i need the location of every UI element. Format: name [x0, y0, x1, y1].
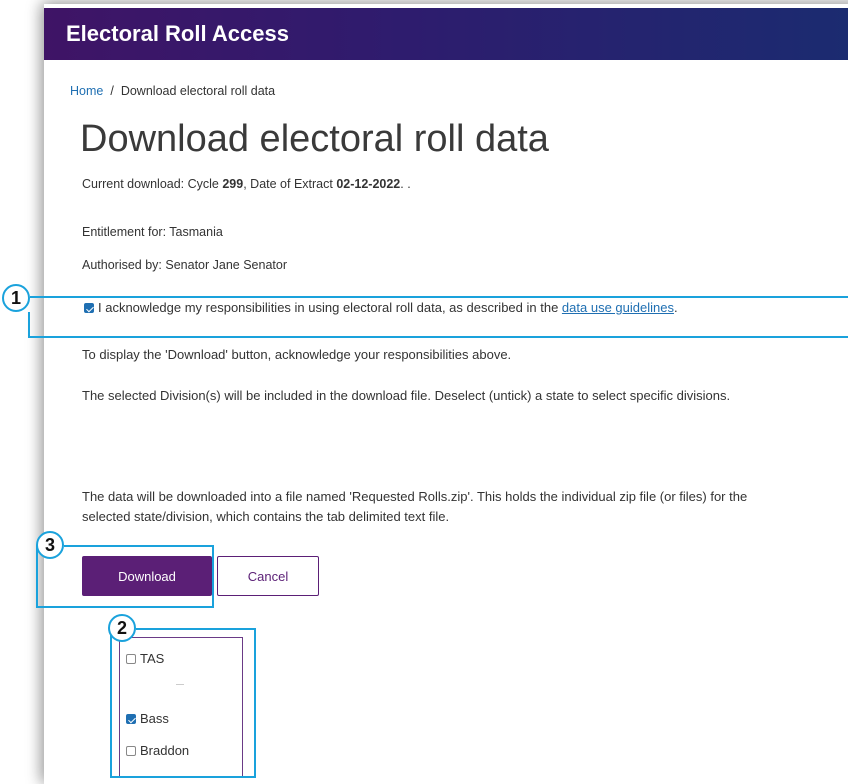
breadcrumb-home-link[interactable]: Home: [70, 84, 103, 98]
division-note: The selected Division(s) will be include…: [82, 388, 731, 403]
page-title: Download electoral roll data: [80, 118, 549, 160]
breadcrumb: Home / Download electoral roll data: [70, 84, 275, 98]
callout-1-badge: 1: [2, 284, 30, 312]
current-download-prefix: Current download: Cycle: [82, 177, 223, 191]
callout-2-highlight-top: [136, 628, 256, 630]
breadcrumb-current: Download electoral roll data: [120, 84, 276, 98]
callout-2-badge: 2: [108, 614, 136, 642]
callout-3-highlight: [36, 545, 214, 608]
current-download-info: Current download: Cycle 299, Date of Ext…: [82, 177, 411, 191]
download-hint: To display the 'Download' button, acknow…: [82, 347, 512, 362]
extract-date: 02-12-2022: [336, 177, 401, 191]
callout-3-highlight-top: [64, 545, 214, 547]
callout-1-highlight: [30, 296, 848, 338]
cancel-button[interactable]: Cancel: [217, 556, 319, 596]
app-header: Electoral Roll Access: [44, 8, 848, 60]
callout-2-highlight: [110, 628, 256, 778]
authorised-text: Authorised by: Senator Jane Senator: [82, 258, 287, 272]
extract-suffix: . .: [400, 177, 411, 191]
callout-3-badge: 3: [36, 531, 64, 559]
app-title: Electoral Roll Access: [66, 21, 289, 46]
cycle-number: 299: [222, 177, 244, 191]
file-note: The data will be downloaded into a file …: [82, 489, 748, 524]
breadcrumb-separator: /: [110, 84, 114, 98]
callout-1-highlight-left: [28, 312, 30, 338]
extract-prefix: , Date of Extract: [243, 177, 337, 191]
entitlement-text: Entitlement for: Tasmania: [82, 225, 223, 239]
